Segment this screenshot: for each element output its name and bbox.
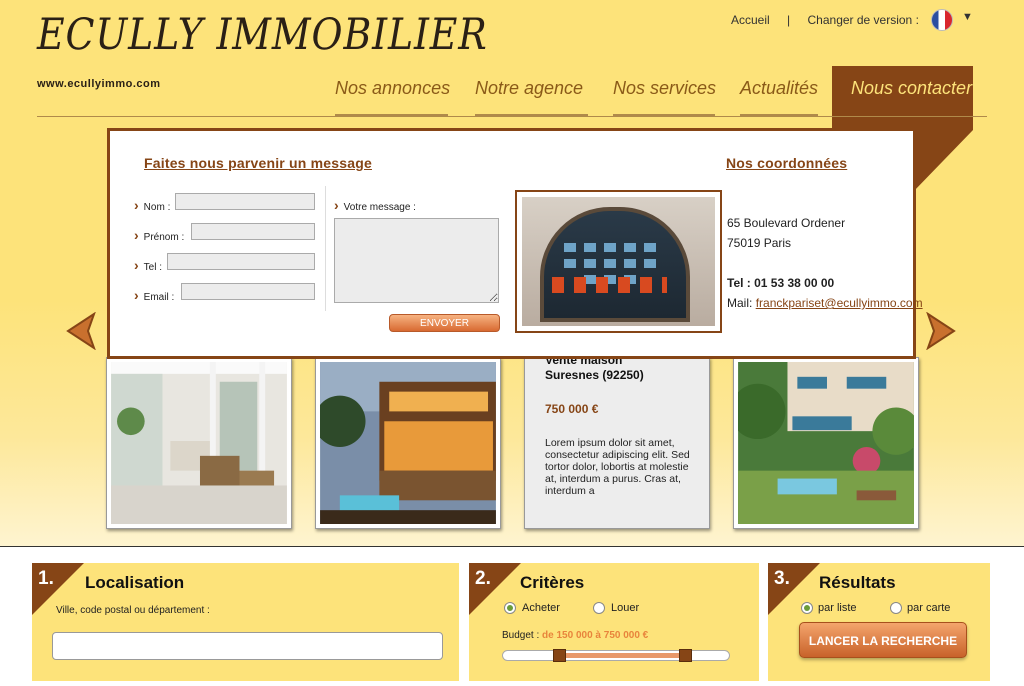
top-links: Accueil | Changer de version : (731, 13, 919, 27)
budget-min-handle[interactable] (553, 649, 566, 662)
mail-label: Mail: (727, 296, 753, 310)
list-view-radio[interactable] (801, 602, 813, 614)
arrow-right-icon[interactable] (926, 312, 958, 350)
property-card[interactable] (314, 357, 501, 529)
search-step-localisation: 1. Localisation Ville, code postal ou dé… (32, 563, 459, 681)
property-photo (111, 362, 287, 524)
home-link[interactable]: Accueil (731, 13, 770, 27)
change-version-label: Changer de version : (807, 13, 919, 27)
property-photo (314, 362, 496, 524)
message-textarea[interactable] (334, 218, 499, 303)
france-flag-icon[interactable] (931, 9, 953, 31)
step-number: 2. (475, 568, 491, 589)
arrow-left-icon[interactable] (64, 312, 96, 350)
shop-chairs (552, 277, 667, 293)
link-separator: | (787, 13, 791, 27)
map-view-radio[interactable] (890, 602, 902, 614)
nav-nous-contacter-label: Nous contacter (851, 78, 973, 98)
name-field[interactable] (175, 193, 315, 210)
form-separator (325, 186, 326, 311)
contact-form-title: Faites nous parvenir un message (144, 155, 372, 171)
property-price: 750 000 € (545, 402, 599, 416)
step-title: Critères (520, 573, 585, 592)
nav-actualites[interactable]: Actualités (740, 78, 818, 99)
location-label: Ville, code postal ou département : (56, 605, 210, 616)
email-label: Email : (134, 287, 175, 303)
location-input[interactable] (52, 632, 443, 660)
site-url: www.ecullyimmo.com (37, 78, 161, 90)
nav-nos-annonces[interactable]: Nos annonces (335, 78, 450, 99)
phone-number: Tel : 01 53 38 00 00 (727, 276, 835, 290)
property-card-details[interactable]: Vente maison Suresnes (92250) 750 000 € … (524, 353, 710, 529)
buy-radio[interactable] (504, 602, 516, 614)
property-photo (730, 362, 920, 524)
site-logo[interactable]: ECULLY IMMOBILIER (37, 10, 488, 60)
nav-nos-services[interactable]: Nos services (613, 78, 716, 99)
step-title: Localisation (85, 573, 185, 592)
firstname-label: Prénom : (134, 227, 185, 243)
budget-slider-range (561, 653, 687, 658)
coordinates-title: Nos coordonnées (726, 155, 848, 171)
budget-value: de 150 000 à 750 000 € (542, 630, 649, 641)
header-area: ECULLY IMMOBILIER www.ecullyimmo.com Acc… (0, 0, 1024, 546)
property-description: Lorem ipsum dolor sit amet, consectetur … (545, 437, 690, 497)
property-card[interactable] (106, 357, 292, 529)
property-location: Suresnes (92250) (545, 368, 644, 382)
step-number: 3. (774, 568, 790, 589)
rent-radio[interactable] (593, 602, 605, 614)
dropdown-tab-corner (913, 130, 973, 192)
chevron-down-icon[interactable]: ▼ (962, 11, 973, 23)
budget-max-handle[interactable] (679, 649, 692, 662)
address-line-1: 65 Boulevard Ordener (727, 216, 846, 230)
list-view-label: par liste (818, 602, 857, 614)
launch-search-button[interactable]: LANCER LA RECHERCHE (799, 622, 967, 658)
step-title: Résultats (819, 573, 896, 592)
name-label: Nom : (134, 197, 171, 213)
message-label: Votre message : (334, 197, 416, 213)
shop-window (540, 207, 690, 322)
budget-slider[interactable] (502, 649, 730, 662)
budget-row: Budget : de 150 000 à 750 000 € (502, 630, 648, 641)
nav-underline (613, 114, 715, 116)
nav-nous-contacter[interactable]: Nous contacter (832, 66, 973, 130)
rent-label: Louer (611, 602, 640, 614)
buy-label: Acheter (522, 602, 560, 614)
email-field[interactable] (181, 283, 315, 300)
mail-link[interactable]: franckpariset@ecullyimmo.com (756, 296, 923, 310)
nav-underline (475, 114, 588, 116)
search-step-resultats: 3. Résultats par liste par carte LANCER … (768, 563, 990, 681)
phone-label: Tel : (134, 257, 162, 273)
nav-underline (335, 114, 448, 116)
contact-dropdown: Faites nous parvenir un message Nos coor… (107, 128, 923, 359)
address-line-2: 75019 Paris (727, 236, 792, 250)
mail-row: Mail: franckpariset@ecullyimmo.com (727, 296, 923, 310)
nav-underline (740, 114, 818, 116)
section-divider (0, 546, 1024, 547)
property-card[interactable] (730, 357, 920, 529)
nav-divider (37, 116, 987, 117)
budget-label: Budget : (502, 630, 540, 641)
nav-notre-agence[interactable]: Notre agence (475, 78, 583, 99)
firstname-field[interactable] (191, 223, 315, 240)
map-view-label: par carte (907, 602, 951, 614)
step-number: 1. (38, 568, 54, 589)
search-step-criteres: 2. Critères Acheter Louer Budget : de 15… (469, 563, 759, 681)
phone-field[interactable] (167, 253, 315, 270)
agency-photo (515, 190, 722, 333)
send-button[interactable]: ENVOYER (389, 314, 500, 332)
